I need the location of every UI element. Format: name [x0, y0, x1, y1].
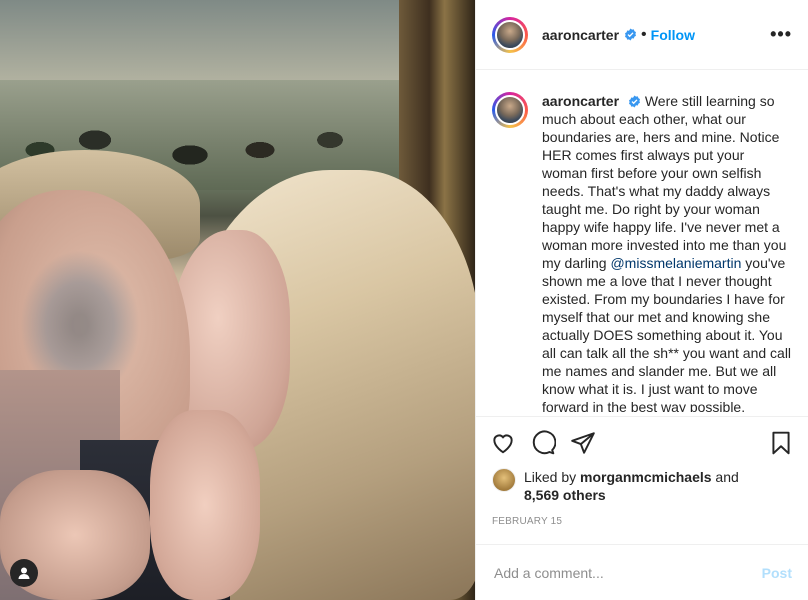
- user-tag-icon[interactable]: [10, 559, 38, 587]
- share-icon[interactable]: [570, 430, 596, 456]
- post-header: aaroncarter • Follow •••: [476, 0, 808, 70]
- verified-badge-icon: [625, 28, 637, 41]
- comment-icon[interactable]: [530, 430, 556, 456]
- likes-others-count[interactable]: 8,569 others: [524, 487, 606, 503]
- post-photo[interactable]: [0, 0, 475, 600]
- caption-area: aaroncarter Were still learning so much …: [476, 70, 808, 416]
- caption-text: aaroncarter Were still learning so much …: [542, 92, 792, 412]
- photo-hand-right: [150, 410, 260, 600]
- caption-body-continued: you've shown me a love that I never thou…: [542, 255, 792, 412]
- likes-and: and: [711, 469, 739, 485]
- liker-username[interactable]: morganmcmichaels: [580, 469, 712, 485]
- caption-body: Were still learning so much about each o…: [542, 93, 787, 271]
- comment-input[interactable]: [492, 563, 762, 582]
- caption-username[interactable]: aaroncarter: [542, 93, 619, 109]
- liker-avatar[interactable]: [492, 468, 516, 492]
- bookmark-icon[interactable]: [768, 430, 794, 456]
- verified-badge-icon: [628, 95, 640, 108]
- profile-avatar[interactable]: [492, 16, 528, 53]
- avatar: [495, 95, 525, 125]
- avatar: [495, 19, 525, 50]
- post-date[interactable]: FEBRUARY 15: [476, 504, 808, 544]
- header-username[interactable]: aaroncarter: [542, 27, 619, 43]
- separator-dot: •: [641, 25, 647, 43]
- photo-background-sky: [0, 0, 400, 90]
- caption-mention-link[interactable]: @missmelaniemartin: [610, 255, 741, 271]
- caption-avatar[interactable]: [492, 92, 528, 128]
- likes-text: Liked by morganmcmichaels and 8,569 othe…: [524, 468, 739, 504]
- comment-form: Post: [476, 544, 808, 600]
- action-bar: [476, 416, 808, 468]
- post-sidebar: aaroncarter • Follow ••• aaroncarter Wer…: [475, 0, 808, 600]
- likes-summary: Liked by morganmcmichaels and 8,569 othe…: [476, 468, 808, 504]
- heart-icon[interactable]: [490, 430, 516, 456]
- instagram-post: aaroncarter • Follow ••• aaroncarter Wer…: [0, 0, 808, 600]
- likes-prefix: Liked by: [524, 469, 581, 485]
- post-comment-button[interactable]: Post: [762, 565, 792, 581]
- more-options-icon[interactable]: •••: [770, 24, 792, 45]
- follow-button[interactable]: Follow: [651, 27, 695, 43]
